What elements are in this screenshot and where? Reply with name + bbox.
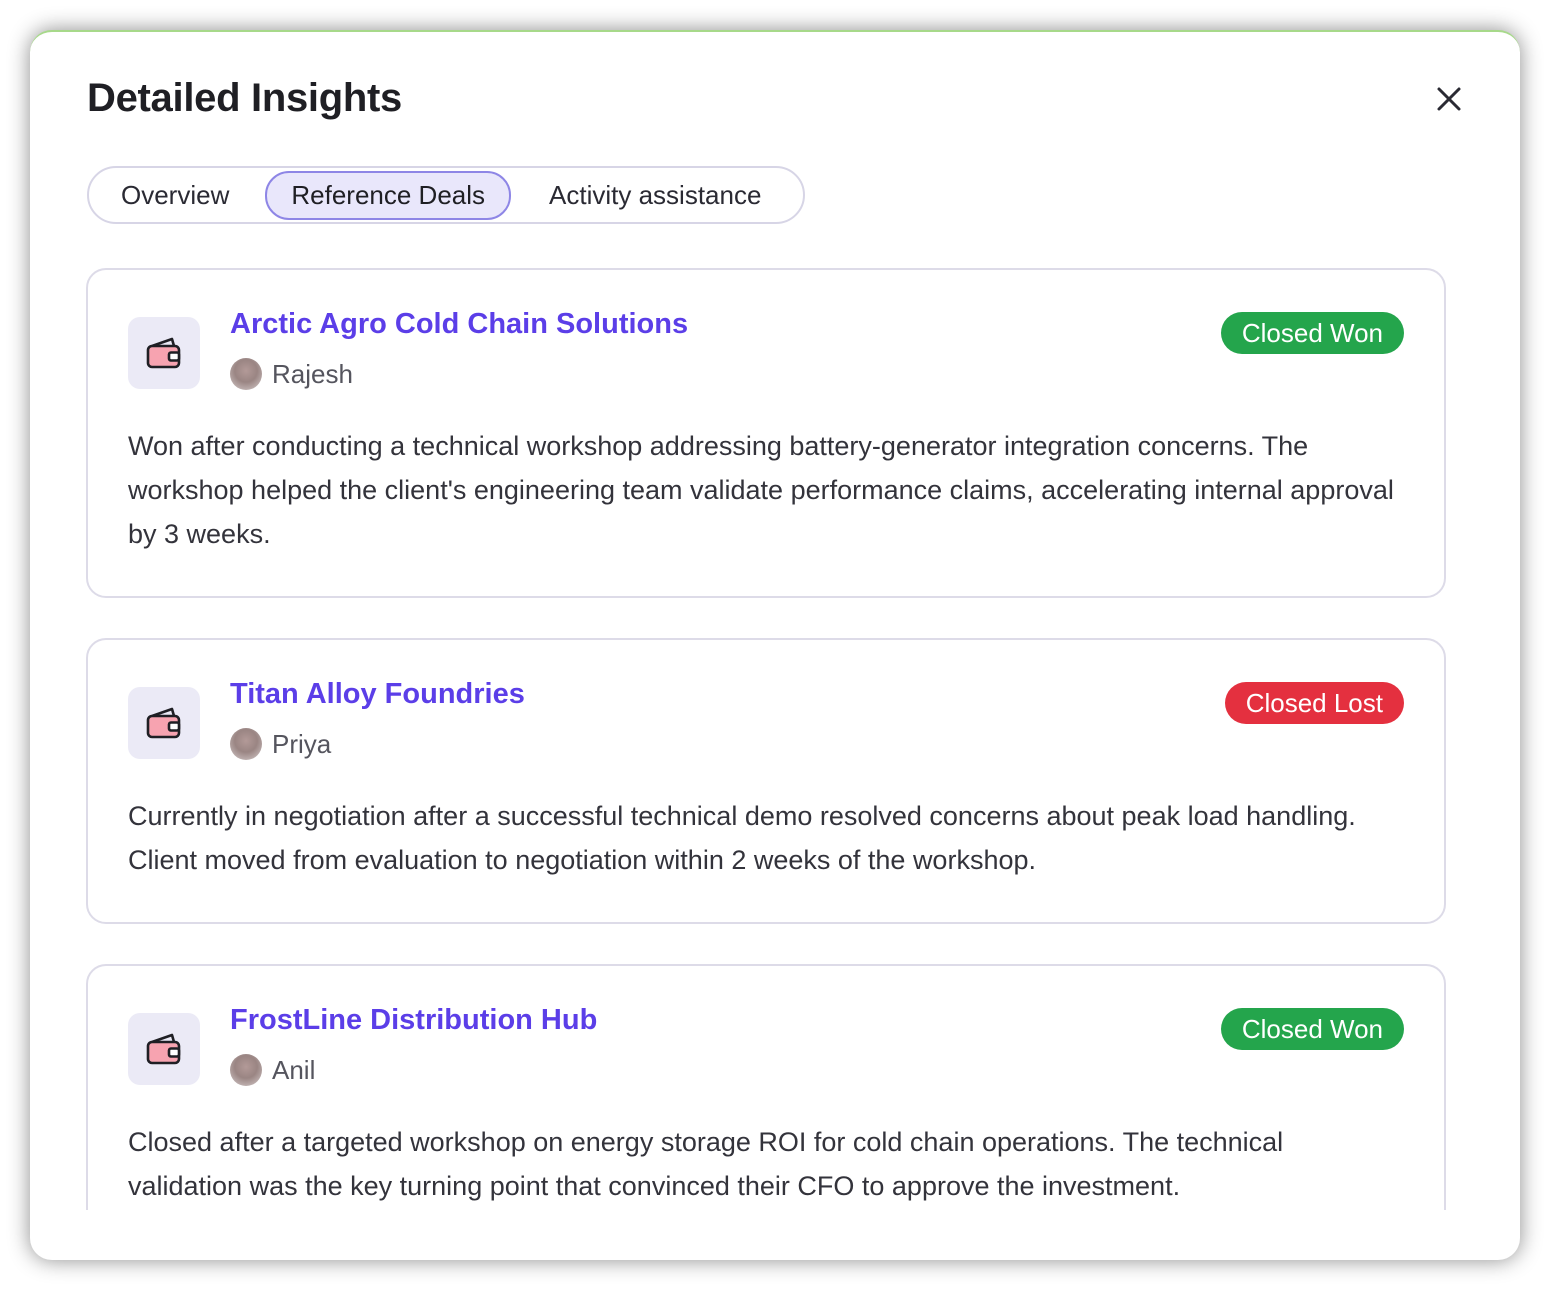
status-badge: Closed Lost [1224,682,1404,724]
deal-icon-container [128,1013,200,1085]
deal-description: Currently in negotiation after a success… [128,801,1356,875]
deal-name-link[interactable]: FrostLine Distribution Hub [230,1004,597,1037]
modal-title: Detailed Insights [87,76,402,120]
reference-deals-list[interactable]: Arctic Agro Cold Chain Solutions Rajesh … [86,268,1446,1210]
deal-card: Titan Alloy Foundries Priya Closed Lost … [86,638,1446,924]
status-badge: Closed Won [1220,312,1404,354]
avatar [230,728,262,760]
page: Detailed Insights Overview Reference Dea… [0,0,1550,1290]
owner-name: Priya [272,728,332,759]
deal-card: Arctic Agro Cold Chain Solutions Rajesh … [86,268,1446,598]
deal-owner: Anil [230,1054,315,1086]
deal-name-link[interactable]: Arctic Agro Cold Chain Solutions [230,308,688,341]
deal-owner: Rajesh [230,358,353,390]
detailed-insights-modal: Detailed Insights Overview Reference Dea… [30,30,1520,1260]
owner-name: Anil [272,1054,316,1085]
close-button[interactable] [1430,80,1468,118]
avatar [230,1054,262,1086]
deal-owner: Priya [230,728,331,760]
owner-name: Rajesh [272,358,353,389]
tab-activity-assistance[interactable]: Activity assistance [549,180,761,211]
wallet-icon [146,1033,181,1065]
tab-overview[interactable]: Overview [121,180,229,211]
status-badge: Closed Won [1220,1008,1404,1050]
tab-reference-deals[interactable]: Reference Deals [265,170,512,220]
deal-name-link[interactable]: Titan Alloy Foundries [230,678,525,711]
wallet-icon [146,707,181,739]
close-icon [1437,87,1461,111]
deal-description: Won after conducting a technical worksho… [128,431,1394,549]
deal-card: FrostLine Distribution Hub Anil Closed W… [86,964,1446,1210]
avatar [230,358,262,390]
tab-bar: Overview Reference Deals Activity assist… [87,166,805,224]
deal-icon-container [128,687,200,759]
deal-description: Closed after a targeted workshop on ener… [128,1127,1284,1201]
wallet-icon [146,337,181,369]
deal-icon-container [128,317,200,389]
